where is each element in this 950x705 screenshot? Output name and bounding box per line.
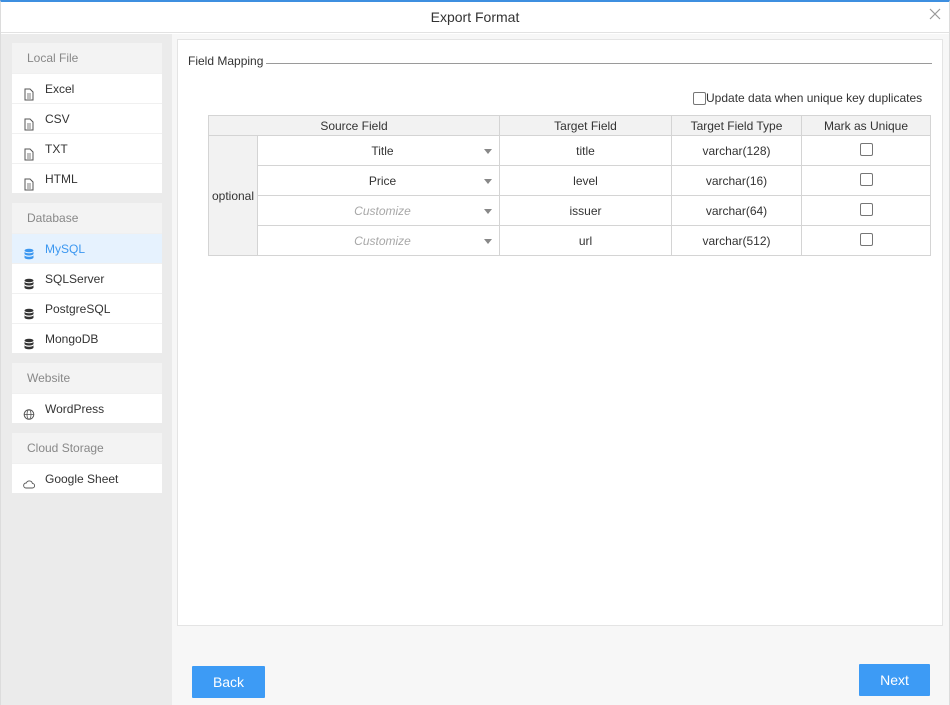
chevron-down-icon xyxy=(484,209,492,214)
sidebar-item-google-sheet[interactable]: Google Sheet xyxy=(12,463,162,493)
sidebar-group-database: Database MySQL SQLServer PostgreSQL Mong… xyxy=(12,203,162,353)
sidebar-item-csv[interactable]: CSV xyxy=(12,103,162,133)
unique-cell xyxy=(801,135,931,166)
title-bar: Export Format xyxy=(1,2,949,33)
target-type-cell: varchar(512) xyxy=(671,225,802,256)
export-format-dialog: Export Format Local File Excel CSV TXT H… xyxy=(0,0,950,705)
target-field-cell: issuer xyxy=(499,195,672,226)
main-content: Field Mapping Update data when unique ke… xyxy=(172,34,949,705)
close-icon[interactable] xyxy=(927,6,943,22)
sidebar-item-label: TXT xyxy=(45,142,68,156)
unique-cell xyxy=(801,195,931,226)
section-title: Field Mapping xyxy=(188,54,264,68)
database-icon xyxy=(23,272,35,290)
sidebar: Local File Excel CSV TXT HTML Database M… xyxy=(1,34,172,705)
optional-group-label: optional xyxy=(208,135,258,256)
sidebar-item-label: SQLServer xyxy=(45,272,105,286)
sidebar-item-label: WordPress xyxy=(45,402,105,416)
unique-checkbox[interactable] xyxy=(859,142,873,156)
source-field-select[interactable]: Price xyxy=(257,165,500,196)
unique-cell xyxy=(801,165,931,196)
document-icon xyxy=(23,82,35,101)
dialog-title: Export Format xyxy=(430,9,520,25)
column-header-target-field-type: Target Field Type xyxy=(671,115,802,136)
globe-icon xyxy=(23,402,35,420)
target-type-cell: varchar(16) xyxy=(671,165,802,196)
sidebar-item-label: CSV xyxy=(45,112,70,126)
source-field-select[interactable]: Title xyxy=(257,135,500,166)
sidebar-group-header: Local File xyxy=(12,43,162,73)
unique-checkbox[interactable] xyxy=(859,232,873,246)
sidebar-item-label: Excel xyxy=(45,82,75,96)
sidebar-item-excel[interactable]: Excel xyxy=(12,73,162,103)
unique-checkbox[interactable] xyxy=(859,172,873,186)
update-duplicates-label: Update data when unique key duplicates xyxy=(706,91,923,105)
target-type-cell: varchar(128) xyxy=(671,135,802,166)
chevron-down-icon xyxy=(484,179,492,184)
back-button[interactable]: Back xyxy=(192,666,265,698)
cloud-icon xyxy=(23,472,36,489)
sidebar-item-label: MySQL xyxy=(45,242,86,256)
sidebar-item-mysql[interactable]: MySQL xyxy=(12,233,162,263)
update-duplicates-option[interactable]: Update data when unique key duplicates xyxy=(693,90,922,106)
database-icon xyxy=(23,302,35,320)
column-header-target-field: Target Field xyxy=(499,115,672,136)
divider xyxy=(266,63,932,64)
sidebar-group-header: Cloud Storage xyxy=(12,433,162,463)
table-row: Customize url varchar(512) xyxy=(209,225,931,256)
sidebar-item-label: Google Sheet xyxy=(45,472,119,486)
source-field-value: Title xyxy=(371,143,394,158)
table-header-row: Source Field Target Field Target Field T… xyxy=(208,115,931,136)
target-type-cell: varchar(64) xyxy=(671,195,802,226)
sidebar-item-mongodb[interactable]: MongoDB xyxy=(12,323,162,353)
source-field-placeholder: Customize xyxy=(354,233,411,248)
column-header-source-field: Source Field xyxy=(208,115,500,136)
target-field-cell: level xyxy=(499,165,672,196)
unique-checkbox[interactable] xyxy=(859,202,873,216)
update-duplicates-checkbox[interactable] xyxy=(693,91,706,105)
table-row: Price level varchar(16) xyxy=(209,165,931,196)
next-button[interactable]: Next xyxy=(859,664,930,696)
sidebar-item-wordpress[interactable]: WordPress xyxy=(12,393,162,423)
sidebar-group-header: Website xyxy=(12,363,162,393)
source-field-select[interactable]: Customize xyxy=(257,195,500,226)
source-field-placeholder: Customize xyxy=(354,203,411,218)
sidebar-item-txt[interactable]: TXT xyxy=(12,133,162,163)
unique-cell xyxy=(801,225,931,256)
sidebar-item-label: MongoDB xyxy=(45,332,99,346)
sidebar-group-local-file: Local File Excel CSV TXT HTML xyxy=(12,43,162,193)
sidebar-item-html[interactable]: HTML xyxy=(12,163,162,193)
sidebar-item-label: HTML xyxy=(45,172,78,186)
chevron-down-icon xyxy=(484,149,492,154)
field-mapping-panel: Field Mapping Update data when unique ke… xyxy=(177,39,943,626)
target-field-cell: title xyxy=(499,135,672,166)
source-field-select[interactable]: Customize xyxy=(257,225,500,256)
source-field-value: Price xyxy=(368,173,397,188)
sidebar-item-sqlserver[interactable]: SQLServer xyxy=(12,263,162,293)
table-row: Customize issuer varchar(64) xyxy=(209,195,931,226)
field-mapping-table: Source Field Target Field Target Field T… xyxy=(208,115,931,256)
document-icon xyxy=(23,172,35,191)
sidebar-group-website: Website WordPress xyxy=(12,363,162,423)
target-field-cell: url xyxy=(499,225,672,256)
chevron-down-icon xyxy=(484,239,492,244)
database-icon xyxy=(23,332,35,350)
sidebar-item-postgresql[interactable]: PostgreSQL xyxy=(12,293,162,323)
database-icon xyxy=(23,242,35,260)
table-row: optional Title title varchar(128) xyxy=(208,135,931,256)
sidebar-group-cloud-storage: Cloud Storage Google Sheet xyxy=(12,433,162,493)
sidebar-item-label: PostgreSQL xyxy=(45,302,111,316)
document-icon xyxy=(23,112,35,131)
sidebar-group-header: Database xyxy=(12,203,162,233)
column-header-mark-as-unique: Mark as Unique xyxy=(801,115,931,136)
document-icon xyxy=(23,142,35,161)
